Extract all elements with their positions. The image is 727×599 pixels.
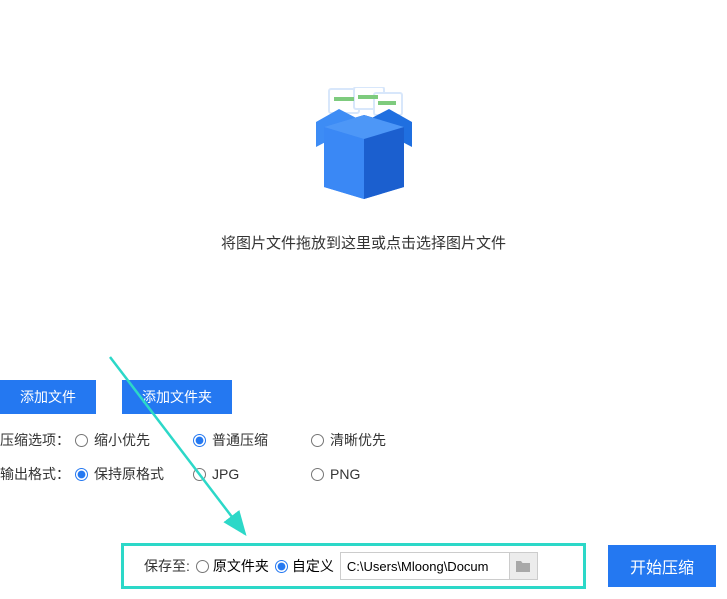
compress-option-label: 压缩选项： [0,430,75,450]
radio-origfolder-label: 原文件夹 [213,556,269,576]
add-file-button[interactable]: 添加文件 [0,380,96,414]
radio-clarity-label: 清晰优先 [330,430,386,450]
bottom-bar: 保存至: 原文件夹 自定义 开始压缩 [0,543,727,589]
save-path-input[interactable] [340,552,510,580]
open-box-illustration [294,87,434,210]
radio-jpg[interactable]: JPG [193,466,301,482]
radio-original-label: 保持原格式 [94,464,164,484]
radio-jpg-input[interactable] [193,468,206,481]
radio-shrink-input[interactable] [75,434,88,447]
output-format-row: 输出格式： 保持原格式 JPG PNG [0,464,727,484]
radio-shrink-priority[interactable]: 缩小优先 [75,430,183,450]
save-to-label: 保存至: [144,556,190,576]
radio-clarity-input[interactable] [311,434,324,447]
radio-custom-folder[interactable]: 自定义 [275,556,334,576]
radio-custom-input[interactable] [275,560,288,573]
radio-origfolder-input[interactable] [196,560,209,573]
radio-jpg-label: JPG [212,466,239,482]
radio-normal-compress[interactable]: 普通压缩 [193,430,301,450]
radio-original-folder[interactable]: 原文件夹 [196,556,269,576]
radio-original-input[interactable] [75,468,88,481]
radio-png-input[interactable] [311,468,324,481]
radio-clarity-priority[interactable]: 清晰优先 [311,430,419,450]
toolbar: 添加文件 添加文件夹 [0,380,727,414]
drop-area[interactable]: 将图片文件拖放到这里或点击选择图片文件 [0,0,727,370]
radio-png-label: PNG [330,466,360,482]
radio-normal-label: 普通压缩 [212,430,268,450]
radio-keep-original[interactable]: 保持原格式 [75,464,183,484]
radio-shrink-label: 缩小优先 [94,430,150,450]
radio-normal-input[interactable] [193,434,206,447]
browse-folder-button[interactable] [510,552,538,580]
radio-custom-label: 自定义 [292,556,334,576]
save-to-section: 保存至: 原文件夹 自定义 [121,543,586,589]
start-compress-button[interactable]: 开始压缩 [608,545,716,587]
drop-area-text: 将图片文件拖放到这里或点击选择图片文件 [221,232,506,253]
folder-icon [515,559,531,573]
compress-option-row: 压缩选项： 缩小优先 普通压缩 清晰优先 [0,430,727,450]
output-format-label: 输出格式： [0,464,75,484]
radio-png[interactable]: PNG [311,466,419,482]
add-folder-button[interactable]: 添加文件夹 [122,380,232,414]
